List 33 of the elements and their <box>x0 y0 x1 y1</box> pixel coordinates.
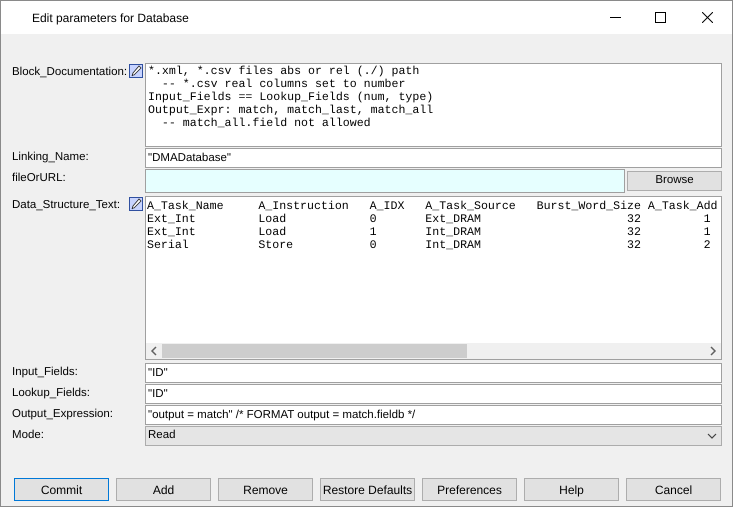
text-field[interactable]: "output = match" /* FORMAT output = match.fieldb */ <box>145 405 722 425</box>
browse-button[interactable]: Browse <box>627 171 722 191</box>
field-label: fileOrURL: <box>12 171 66 186</box>
horizontal-scrollbar[interactable] <box>146 343 721 359</box>
dialog-button[interactable]: Help <box>524 478 619 501</box>
dialog-button[interactable]: Commit <box>14 478 109 501</box>
edit-pencil-icon[interactable] <box>129 197 143 211</box>
window-title: Edit parameters for Database <box>32 10 190 26</box>
documentation-text-area[interactable]: *.xml, *.csv files abs or rel (./) path -- *.csv real columns set to number Input_Fields == Lookup_Fields (num, type) Output_Expr: match, match_last, match_all -- match_all.field not allowed <box>145 63 722 147</box>
chevron-down-icon <box>707 433 717 439</box>
edit-pencil-icon[interactable] <box>129 64 143 78</box>
mode-dropdown[interactable]: Read <box>145 426 722 446</box>
field-label: Linking_Name: <box>12 150 89 165</box>
field-label: Data_Structure_Text: <box>12 198 120 213</box>
field-label: Mode: <box>12 428 44 443</box>
text-field[interactable]: "DMADatabase" <box>145 148 722 168</box>
dialog-button[interactable]: Remove <box>218 478 313 501</box>
text-field[interactable]: "ID" <box>145 363 722 383</box>
field-label: Block_Documentation: <box>12 65 128 80</box>
close-icon[interactable] <box>702 12 713 23</box>
dialog-button[interactable]: Preferences <box>422 478 517 501</box>
dialog-button[interactable]: Restore Defaults <box>320 478 415 501</box>
dialog-button[interactable]: Cancel <box>626 478 721 501</box>
dialog-button[interactable]: Add <box>116 478 211 501</box>
field-label: Input_Fields: <box>12 365 78 380</box>
field-label: Output_Expression: <box>12 407 114 422</box>
scrollbar-thumb[interactable] <box>162 344 467 358</box>
text-field[interactable]: "ID" <box>145 384 722 404</box>
data-text-area[interactable]: A_Task_Name A_Instruction A_IDX A_Task_Source Burst_Word_Size A_Task_Add Ext_Int Load 0 Ext_DRAM 32 1 Ext_Int Load 1 Int_DRAM 32 1 Serial Store 0 Int_DRAM 32 2 <box>145 196 722 360</box>
url-field[interactable] <box>145 169 625 193</box>
data-structure-text: A_Task_Name A_Instruction A_IDX A_Task_Source Burst_Word_Size A_Task_Add Ext_Int Load 0 Ext_DRAM 32 1 Ext_Int Load 1 Int_DRAM 32 1 Serial Store 0 Int_DRAM 32 2 <box>146 199 719 254</box>
maximize-icon[interactable] <box>655 12 666 23</box>
field-label: Lookup_Fields: <box>12 386 90 401</box>
